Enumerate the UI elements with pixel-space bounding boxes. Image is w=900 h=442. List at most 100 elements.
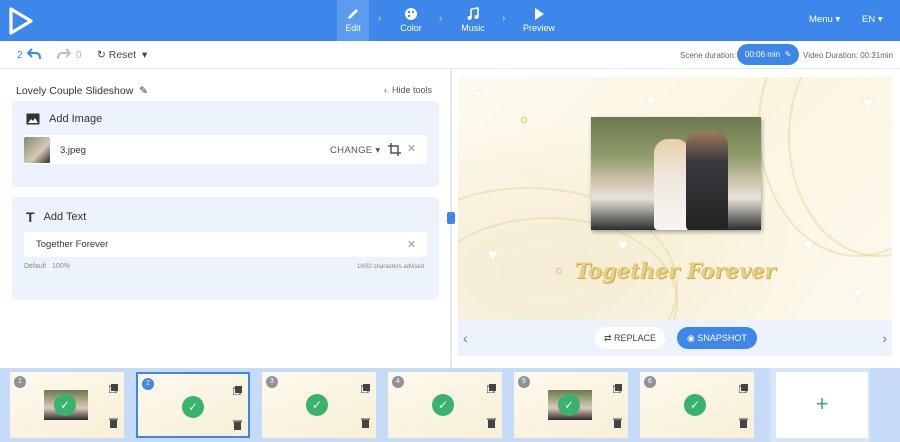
timeline-track: 1 ✓ 2 ✓ 3 ✓ 4 ✓ 5 ✓ 6 ✓ — [0, 368, 770, 442]
swap-icon: ⇄ — [603, 333, 612, 343]
menu-label: Menu — [809, 14, 833, 25]
check-icon: ✓ — [54, 394, 76, 416]
remove-image-icon[interactable]: ✕ — [407, 142, 416, 155]
check-icon: ✓ — [306, 394, 328, 416]
preview-controls: ‹ ⇄ REPLACE ◉ SNAPSHOT › — [458, 320, 892, 356]
scene-duration-value: 00:06 min — [745, 50, 781, 59]
scene-number: 3 — [266, 376, 278, 388]
project-title-text: Lovely Couple Slideshow — [16, 85, 134, 97]
next-scene-icon[interactable]: › — [882, 330, 887, 346]
image-thumbnail[interactable] — [24, 137, 50, 163]
nav-tab-label: Edit — [345, 23, 361, 33]
nav-tab-music[interactable]: Music — [457, 0, 489, 41]
scene-number: 5 — [518, 376, 530, 388]
check-icon: ✓ — [432, 394, 454, 416]
replace-button[interactable]: ⇄ REPLACE — [595, 327, 665, 349]
chevron-right-icon: › — [378, 13, 382, 24]
heart-decoration: ♥ — [618, 237, 628, 254]
change-image-button[interactable]: CHANGE ▾ — [330, 145, 380, 156]
couple-photo[interactable] — [591, 117, 761, 230]
redo-icon[interactable] — [57, 48, 71, 60]
text-size-label: 100% — [52, 263, 70, 270]
previous-scene-icon[interactable]: ‹ — [463, 330, 468, 346]
check-icon: ✓ — [684, 394, 706, 416]
chevron-down-icon: ▾ — [139, 49, 148, 61]
scene-number: 4 — [392, 376, 404, 388]
trash-icon[interactable] — [361, 418, 370, 428]
check-icon: ✓ — [558, 394, 580, 416]
check-icon: ✓ — [182, 396, 204, 418]
scene-number: 2 — [142, 378, 154, 390]
timeline-scene-selected[interactable]: 2 ✓ — [136, 372, 250, 438]
nav-tab-preview[interactable]: Preview — [521, 0, 557, 41]
scene-preview: ♥ ♥ ♥ ♥ ♥ ♥ ♥ Together Forever — [458, 77, 892, 320]
editor-panel: Lovely Couple Slideshow ✎ ‹ Hide tools A… — [0, 69, 450, 368]
pencil-icon[interactable]: ✎ — [136, 85, 148, 97]
panel-resize-handle[interactable] — [447, 212, 455, 224]
heart-decoration: ♥ — [863, 95, 873, 112]
duplicate-icon[interactable] — [109, 384, 118, 393]
palette-icon — [405, 8, 417, 20]
video-duration: Video Duration: 00:31min — [803, 51, 894, 60]
duplicate-icon[interactable] — [739, 384, 748, 393]
language-label: EN — [862, 14, 876, 25]
app-logo-icon[interactable] — [6, 6, 36, 36]
language-dropdown[interactable]: EN ▾ — [862, 14, 883, 25]
hide-tools-label: Hide tools — [392, 85, 433, 95]
clear-text-icon[interactable]: ✕ — [407, 238, 416, 251]
scene-duration-button[interactable]: 00:06 min ✎ — [737, 44, 799, 65]
photo-subject-groom — [686, 131, 728, 230]
reset-label: Reset — [108, 49, 137, 61]
trash-icon[interactable] — [613, 418, 622, 428]
trash-icon[interactable] — [739, 418, 748, 428]
timeline-scene[interactable]: 3 ✓ — [262, 372, 376, 438]
top-navbar: Edit › Color › Music › Preview Menu ▾ EN… — [0, 0, 900, 41]
timeline-scene[interactable]: 1 ✓ — [10, 372, 124, 438]
trash-icon[interactable] — [233, 420, 242, 430]
scene-number: 6 — [644, 376, 656, 388]
nav-tab-label: Preview — [522, 23, 555, 33]
undo-icon[interactable] — [27, 48, 41, 60]
duplicate-icon[interactable] — [613, 384, 622, 393]
snapshot-button[interactable]: ◉ SNAPSHOT — [677, 327, 757, 349]
text-icon: T — [26, 209, 35, 225]
reset-button[interactable]: ↻ Reset ▾ — [97, 49, 147, 61]
menu-dropdown[interactable]: Menu ▾ — [809, 14, 840, 25]
text-input-value: Together Forever — [36, 239, 109, 250]
add-scene-button[interactable]: + — [776, 372, 868, 438]
change-label: CHANGE — [330, 145, 373, 156]
hide-tools-button[interactable]: ‹ Hide tools — [384, 85, 432, 95]
image-file-name: 3.jpeg — [60, 145, 86, 156]
nav-tab-edit[interactable]: Edit — [337, 0, 369, 41]
heart-decoration: ♥ — [473, 87, 483, 104]
add-text-heading: T Add Text — [26, 209, 86, 225]
trash-icon[interactable] — [109, 418, 118, 428]
text-style-info: Default 100% — [24, 263, 70, 270]
nav-tab-label: Color — [400, 23, 422, 33]
scene-number: 1 — [14, 376, 26, 388]
timeline-scene[interactable]: 6 ✓ — [640, 372, 754, 438]
camera-icon: ◉ — [687, 333, 695, 343]
preview-title-text[interactable]: Together Forever — [458, 258, 892, 283]
crop-icon[interactable] — [388, 143, 401, 156]
duplicate-icon[interactable] — [233, 386, 242, 395]
chevron-left-icon: ‹ — [384, 85, 390, 95]
text-input-field[interactable]: Together Forever ✕ — [24, 232, 427, 257]
pencil-icon: ✎ — [782, 50, 792, 59]
trash-icon[interactable] — [487, 418, 496, 428]
duplicate-icon[interactable] — [487, 384, 496, 393]
project-title[interactable]: Lovely Couple Slideshow ✎ — [16, 85, 148, 97]
heart-decoration: ♥ — [646, 93, 656, 110]
redo-count: 0 — [76, 50, 82, 61]
nav-tab-color[interactable]: Color — [396, 0, 426, 41]
undo-count: 2 — [17, 50, 23, 61]
duplicate-icon[interactable] — [361, 384, 370, 393]
timeline-scroll-area — [870, 368, 900, 442]
chevron-right-icon: › — [502, 13, 506, 24]
chevron-down-icon: ▾ — [375, 145, 381, 156]
music-note-icon — [467, 7, 479, 20]
heart-decoration: ♥ — [803, 237, 813, 254]
timeline-scene[interactable]: 4 ✓ — [388, 372, 502, 438]
timeline-scene[interactable]: 5 ✓ — [514, 372, 628, 438]
plus-icon: + — [815, 391, 829, 416]
